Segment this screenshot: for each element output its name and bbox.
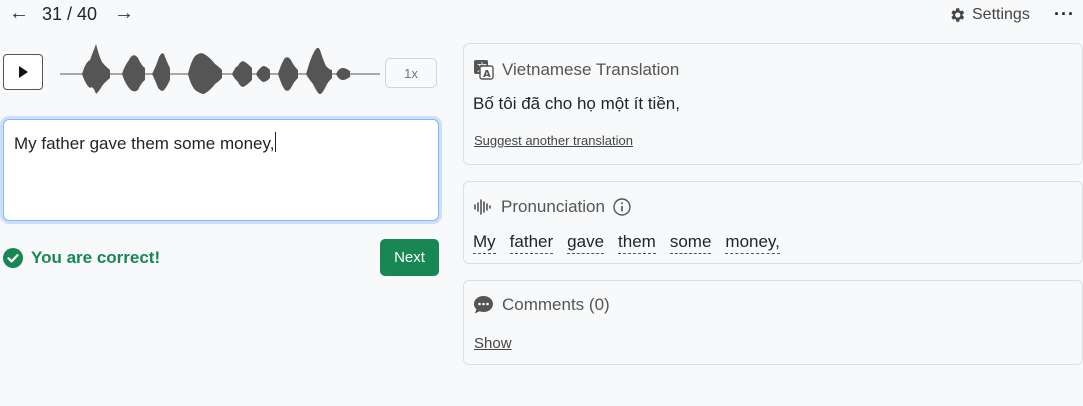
pronunciation-card: Pronunciation My father gave them some m…: [463, 181, 1083, 264]
pronunciation-word[interactable]: some: [669, 232, 712, 254]
feedback-text: You are correct!: [31, 248, 161, 267]
pronunciation-words: My father gave them some money,: [473, 232, 780, 254]
arrow-right-icon[interactable]: →: [114, 2, 134, 24]
feedback-message: You are correct!: [3, 248, 160, 268]
translation-title: Vietnamese Translation: [502, 59, 680, 79]
translation-text: Bố tôi đã cho họ một ít tiền,: [473, 94, 680, 113]
comment-icon: [474, 296, 493, 314]
next-button[interactable]: Next: [380, 239, 439, 276]
pronunciation-word[interactable]: gave: [567, 232, 605, 254]
settings-button[interactable]: Settings: [948, 6, 1030, 24]
comments-title: Comments (0): [502, 295, 610, 314]
svg-text:A: A: [483, 69, 491, 80]
playback-speed-button[interactable]: 1x: [385, 58, 437, 88]
gear-icon: [951, 8, 965, 22]
translate-icon: 文 A: [474, 60, 494, 80]
answer-input-text: My father gave them some money,: [14, 134, 275, 153]
pronunciation-word[interactable]: them: [618, 232, 656, 254]
pronunciation-title: Pronunciation: [501, 197, 605, 216]
arrow-left-icon[interactable]: ←: [9, 2, 29, 24]
audio-waveform[interactable]: [60, 40, 380, 96]
translation-card: 文 A Vietnamese Translation Bố tôi đã cho…: [463, 43, 1083, 165]
info-icon[interactable]: [613, 198, 631, 216]
play-icon: [19, 66, 28, 78]
answer-input[interactable]: My father gave them some money,: [3, 119, 439, 221]
play-button[interactable]: [3, 54, 43, 90]
pronunciation-word[interactable]: My: [473, 232, 496, 254]
check-circle-icon: [3, 248, 23, 268]
more-horizontal-icon[interactable]: ···: [1054, 4, 1075, 25]
comments-card: Comments (0) Show: [463, 280, 1083, 365]
progress-counter: 31 / 40: [42, 4, 98, 24]
pronunciation-word[interactable]: father: [509, 232, 554, 254]
audio-waveform-icon: [474, 199, 491, 215]
show-comments-link[interactable]: Show: [474, 335, 512, 352]
text-caret: [275, 132, 277, 152]
pronunciation-word[interactable]: money,: [725, 232, 780, 254]
suggest-translation-link[interactable]: Suggest another translation: [474, 133, 633, 148]
settings-label: Settings: [972, 6, 1030, 23]
